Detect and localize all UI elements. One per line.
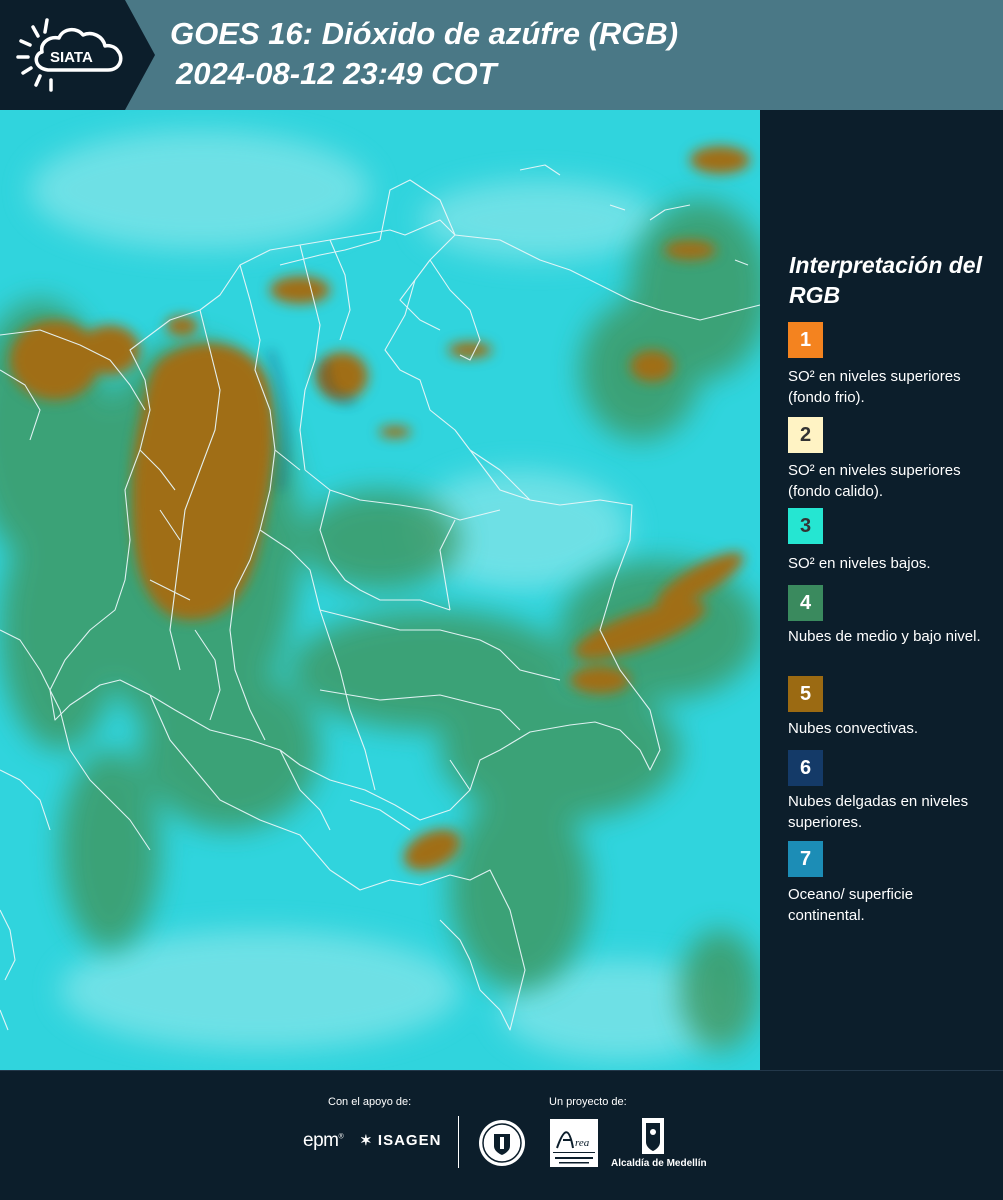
epm-logo-text: epm xyxy=(303,1130,339,1151)
isagen-icon: ✶ xyxy=(360,1132,373,1148)
support-label: Con el apoyo de: xyxy=(328,1096,412,1108)
footer-divider-line xyxy=(0,1070,1003,1071)
alcaldia-medellin-logo xyxy=(612,1118,692,1163)
legend-swatch-6: 6 xyxy=(788,750,823,786)
legend-title: Interpretación del RGB xyxy=(789,252,982,308)
legend-swatch-1: 1 xyxy=(788,322,823,358)
alcaldia-text: Alcaldía de Medellín xyxy=(611,1158,707,1169)
legend-number-2: 2 xyxy=(799,423,812,446)
legend-swatch-7: 7 xyxy=(788,841,823,877)
footer: Con el apoyo de: Un proyecto de: epm® ✶ … xyxy=(0,1070,1003,1200)
siata-logo-text: SIATA xyxy=(50,49,93,66)
legend-panel: Interpretación del RGB 1 SO² en niveles … xyxy=(760,110,1003,1070)
legend-swatch-4: 4 xyxy=(788,585,823,621)
svg-text:rea: rea xyxy=(575,1137,590,1149)
logo-divider xyxy=(458,1116,459,1168)
area-metropolitana-logo: rea xyxy=(549,1118,599,1173)
legend-text-6: Nubes delgadas en niveles superiores. xyxy=(788,793,969,831)
timestamp: 2024-08-12 23:49 COT xyxy=(176,56,497,91)
legend-swatch-3: 3 xyxy=(788,508,823,544)
isagen-logo-text: ISAGEN xyxy=(377,1132,442,1149)
legend-text-1: SO² en niveles superiores (fondo frio). xyxy=(788,368,961,406)
legend-number-1: 1 xyxy=(799,328,812,351)
medellin-seal-logo xyxy=(477,1118,527,1173)
legend-text-7: Oceano/ superficie continental. xyxy=(788,886,914,924)
legend-text-5: Nubes convectivas. xyxy=(788,720,919,737)
legend-swatch-2: 2 xyxy=(788,417,823,453)
isagen-logo: ✶ ISAGEN xyxy=(360,1132,441,1149)
epm-logo: epm® xyxy=(303,1130,344,1151)
siata-logo: SIATA xyxy=(0,0,155,110)
legend-number-3: 3 xyxy=(799,514,812,537)
legend-text-4: Nubes de medio y bajo nivel. xyxy=(788,628,981,645)
page-title: GOES 16: Dióxido de azúfre (RGB) xyxy=(170,16,679,51)
legend-text-2: SO² en niveles superiores (fondo calido)… xyxy=(788,462,961,500)
project-label: Un proyecto de: xyxy=(549,1096,627,1108)
satellite-map[interactable] xyxy=(0,110,760,1070)
legend-number-6: 6 xyxy=(799,756,812,779)
header-bar: SIATA GOES 16: Dióxido de azúfre (RGB) 2… xyxy=(0,0,1003,110)
satellite-image xyxy=(0,110,760,1070)
legend-swatch-5: 5 xyxy=(788,676,823,712)
legend-number-4: 4 xyxy=(799,591,812,614)
legend-number-7: 7 xyxy=(799,847,812,870)
legend-text-3: SO² en niveles bajos. xyxy=(788,555,931,572)
legend-number-5: 5 xyxy=(799,682,812,705)
